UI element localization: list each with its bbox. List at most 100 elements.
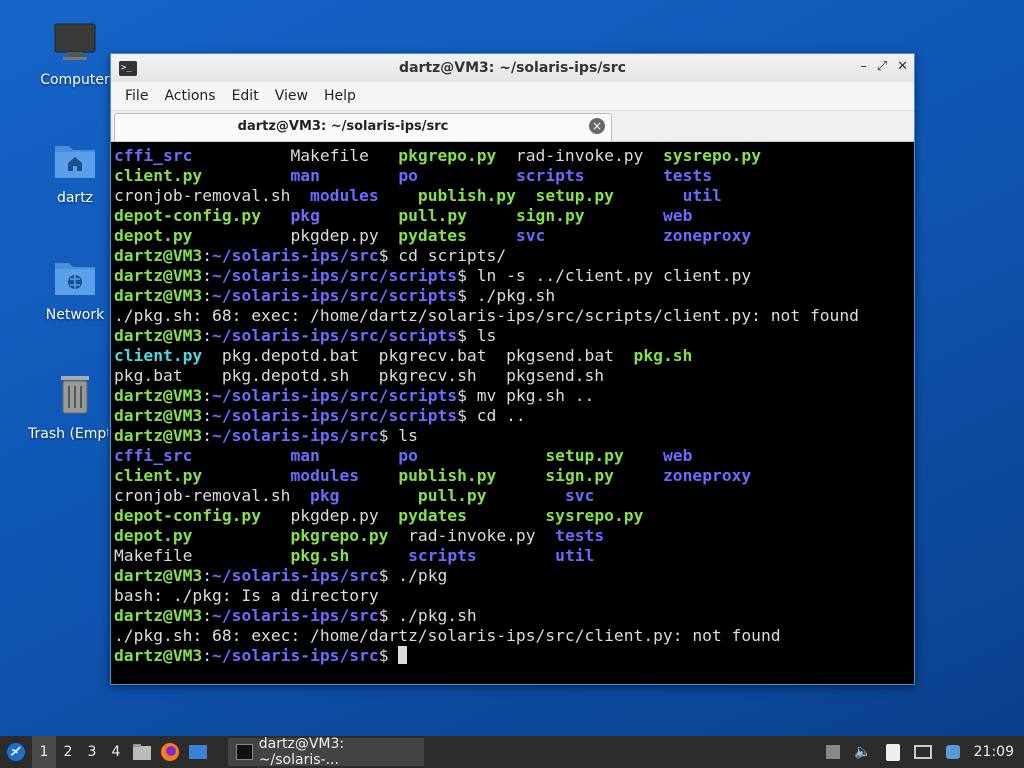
workspace-3[interactable]: 3 — [80, 736, 104, 768]
terminal-text: web — [663, 206, 693, 225]
show-desktop-launcher[interactable] — [184, 744, 212, 760]
terminal-text: ~/solaris-ips/src — [212, 246, 379, 265]
desktop-icon-label: Network — [45, 307, 105, 323]
terminal-line: dartz@VM3:~/solaris-ips/src$ — [114, 646, 914, 666]
workspace-4[interactable]: 4 — [104, 736, 128, 768]
terminal-text: man — [290, 166, 320, 185]
desktop-icon-trash[interactable]: Trash (Empty) — [28, 372, 120, 442]
terminal-text: dartz@VM3 — [114, 386, 203, 405]
terminal-text: : — [202, 326, 213, 345]
terminal-text: pydates — [398, 506, 467, 525]
terminal-text: publish.py — [417, 186, 516, 205]
terminal-text: pkgrepo.py — [398, 146, 497, 165]
terminal-line: dartz@VM3:~/solaris-ips/src$ ./pkg.sh — [114, 606, 914, 626]
terminal-text: rad-invoke.py — [515, 146, 663, 165]
terminal-line: depot.py pkgdep.py pydates svc zoneproxy — [114, 226, 914, 246]
terminal-text: setup.py — [535, 186, 614, 205]
terminal-text: pull.py — [417, 486, 487, 505]
taskbar: 1 2 3 4 dartz@VM3: ~/solaris-... 🔈 21:09 — [0, 736, 1024, 768]
terminal-text: pydates — [398, 226, 467, 245]
terminal-text: pkg — [310, 486, 340, 505]
desktop-icon — [189, 745, 207, 759]
terminal-text: : — [202, 246, 213, 265]
terminal-text: ~/solaris-ips/src/scripts — [212, 406, 458, 425]
update-notifier-icon[interactable] — [826, 745, 841, 759]
terminal-text: tests — [555, 526, 605, 545]
menu-edit[interactable]: Edit — [224, 88, 267, 104]
clipboard-icon[interactable] — [885, 743, 900, 761]
terminal-tab[interactable]: dartz@VM3: ~/solaris-ips/src × — [114, 113, 612, 141]
tab-close-icon[interactable]: × — [589, 118, 605, 134]
terminal-text: zoneproxy — [663, 466, 752, 485]
terminal-line: bash: ./pkg: Is a directory — [114, 586, 914, 606]
volume-icon[interactable]: 🔈 — [854, 744, 871, 760]
terminal-line: dartz@VM3:~/solaris-ips/src/scripts$ ln … — [114, 266, 914, 286]
terminal-text: : — [202, 566, 213, 585]
app-menu-button[interactable] — [0, 736, 32, 768]
terminal-text: $ ls — [457, 326, 497, 345]
file-manager-launcher[interactable] — [128, 743, 156, 761]
terminal-text: $ ./pkg — [378, 566, 448, 585]
terminal-text: depot-config.py — [114, 506, 262, 525]
desktop-icon-home[interactable]: dartz — [30, 140, 120, 206]
file-manager-icon — [133, 744, 151, 760]
desktop-icon-network[interactable]: Network — [30, 257, 120, 323]
terminal-text: $ ./pkg.sh — [457, 286, 556, 305]
desktop-icon-computer[interactable]: Computer — [30, 22, 120, 88]
minimize-button[interactable]: – — [860, 59, 867, 74]
terminal-window[interactable]: >_ dartz@VM3: ~/solaris-ips/src – ⤢ ✕ Fi… — [110, 53, 915, 685]
network-status-icon[interactable] — [913, 745, 932, 759]
terminal-text: ~/solaris-ips/src/scripts — [212, 326, 458, 345]
terminal-text: pull.py — [398, 206, 467, 225]
close-button[interactable]: ✕ — [897, 59, 908, 74]
terminal-text: dartz@VM3 — [114, 606, 203, 625]
terminal-text: pkg.depotd.bat pkgrecv.bat pkgsend.bat — [202, 346, 634, 365]
terminal-text: pkg.sh — [290, 546, 350, 565]
terminal-line: dartz@VM3:~/solaris-ips/src/scripts$ ls — [114, 326, 914, 346]
workspace-2[interactable]: 2 — [56, 736, 80, 768]
clock[interactable]: 21:09 — [974, 744, 1014, 760]
terminal-line: client.py pkg.depotd.bat pkgrecv.bat pkg… — [114, 346, 914, 366]
terminal-text: pkg.bat pkg.depotd.sh pkgrecv.sh pkgsend… — [114, 366, 605, 385]
menu-view[interactable]: View — [267, 88, 316, 104]
maximize-button[interactable]: ⤢ — [877, 59, 887, 74]
terminal-text: dartz@VM3 — [114, 266, 203, 285]
terminal-text: ~/solaris-ips/src/scripts — [212, 266, 458, 285]
firefox-launcher[interactable] — [156, 742, 184, 762]
terminal-text: pkgrepo.py — [290, 526, 389, 545]
terminal-icon — [236, 744, 253, 760]
terminal-text: modules — [310, 186, 379, 205]
terminal-line: cronjob-removal.sh pkg pull.py svc — [114, 486, 914, 506]
terminal-text: dartz@VM3 — [114, 326, 203, 345]
taskbar-task-terminal[interactable]: dartz@VM3: ~/solaris-... — [228, 736, 424, 768]
terminal-text: util — [555, 546, 595, 565]
network-folder-icon — [30, 257, 120, 301]
workspace-1[interactable]: 1 — [32, 736, 56, 768]
terminal-text: cronjob-removal.sh — [114, 486, 311, 505]
menu-help[interactable]: Help — [316, 88, 364, 104]
bluetooth-icon[interactable] — [945, 745, 960, 759]
menu-file[interactable]: File — [117, 88, 156, 104]
terminal-output[interactable]: cffi_src Makefile pkgrepo.py rad-invoke.… — [114, 146, 914, 684]
terminal-line: dartz@VM3:~/solaris-ips/src/scripts$ cd … — [114, 406, 914, 426]
tab-title: dartz@VM3: ~/solaris-ips/src — [237, 119, 449, 134]
menu-actions[interactable]: Actions — [156, 88, 223, 104]
terminal-text: sysrepo.py — [545, 506, 644, 525]
terminal-line: depot.py pkgrepo.py rad-invoke.py tests — [114, 526, 914, 546]
window-titlebar[interactable]: >_ dartz@VM3: ~/solaris-ips/src – ⤢ ✕ — [111, 54, 914, 82]
terminal-text: pkgdep.py — [290, 226, 399, 245]
terminal-text: dartz@VM3 — [114, 566, 203, 585]
terminal-text: sysrepo.py — [662, 146, 761, 165]
terminal-line: client.py man po scripts tests — [114, 166, 914, 186]
